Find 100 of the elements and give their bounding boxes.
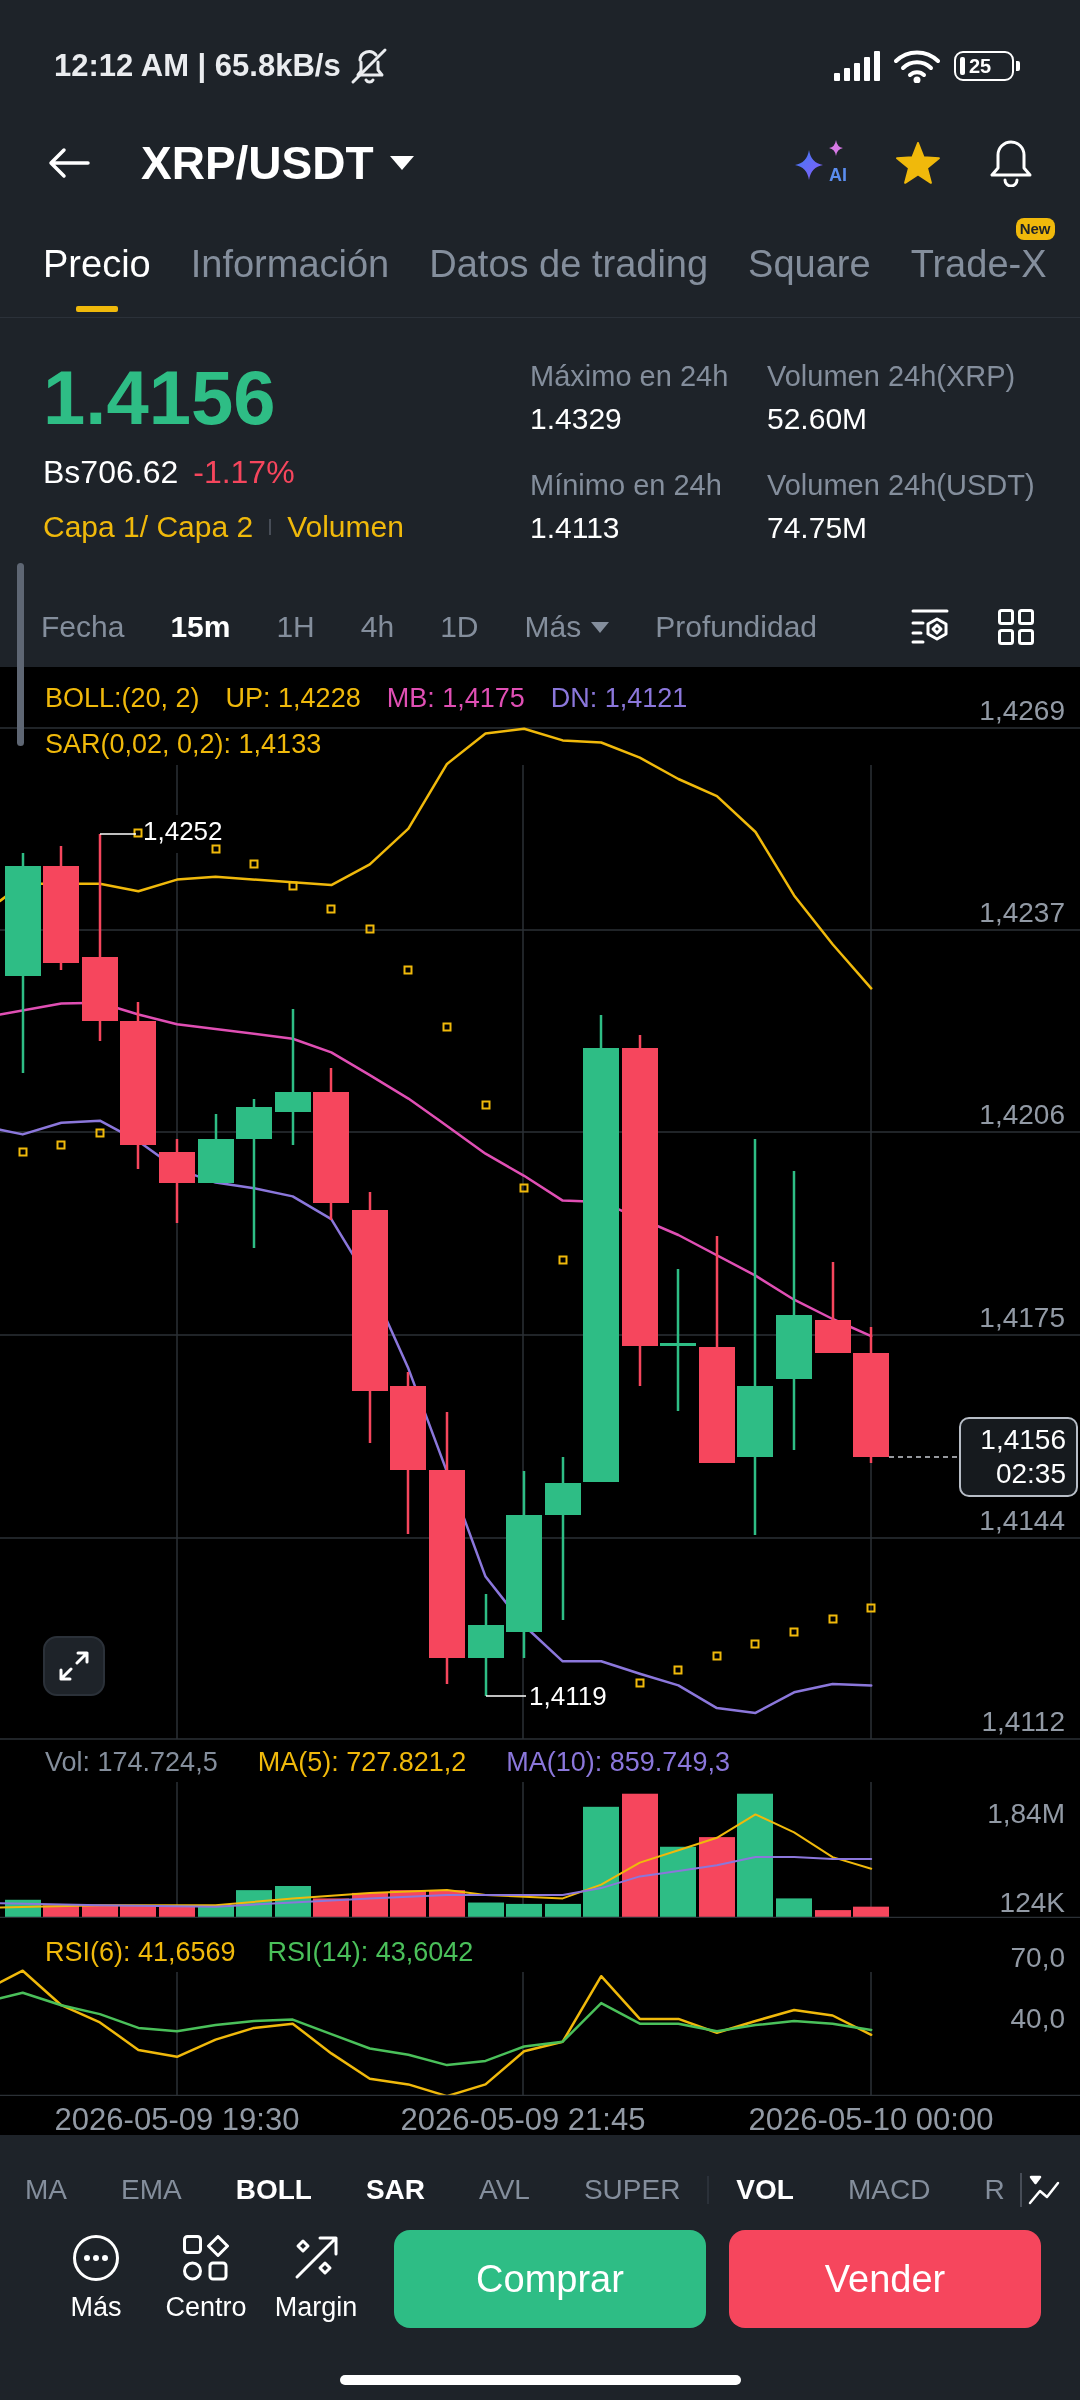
indicator-tab[interactable]: EMA <box>121 2173 182 2207</box>
interval-tab[interactable]: 15m <box>170 609 231 645</box>
volume-axis-label: 124K <box>999 1889 1065 1917</box>
chart-settings-icon[interactable] <box>911 609 949 645</box>
stat-value: 74.75M <box>767 510 868 546</box>
toolbar-button[interactable]: Más <box>44 2235 148 2323</box>
status-time: 12:12 AM | 65.8kB/s <box>54 47 341 85</box>
more-icon <box>73 2235 119 2281</box>
sar-point <box>211 844 221 854</box>
candle <box>198 1114 234 1183</box>
price-axis-label: 1,4175 <box>979 1304 1065 1332</box>
sar-point <box>56 1140 66 1150</box>
time-axis-label: 2026-05-09 21:45 <box>400 2104 646 2135</box>
volume-bar <box>506 1903 542 1918</box>
volume-bar <box>468 1902 504 1918</box>
bell-icon[interactable] <box>989 139 1033 187</box>
interval-dropdown[interactable]: Más <box>524 609 610 645</box>
ai-assistant-button[interactable]: AI <box>795 140 847 186</box>
indicator-legend: DN: 1,4121 <box>550 685 688 712</box>
interval-tab[interactable]: 1D <box>440 609 479 645</box>
indicator-tab[interactable]: AVL <box>479 2173 530 2207</box>
time-axis-label: 2026-05-10 00:00 <box>748 2104 994 2135</box>
volume-bar <box>313 1898 349 1918</box>
sar-point <box>18 1147 28 1157</box>
depth-tab[interactable]: Profundidad <box>655 609 817 645</box>
tab[interactable]: Información <box>190 242 390 317</box>
indicator-legend: RSI(14): 43,6042 <box>267 1939 474 1966</box>
sar-point <box>249 859 259 869</box>
sar-point <box>789 1627 799 1637</box>
volume-axis-label: 1,84M <box>987 1800 1065 1828</box>
rsi-axis-label: 40,0 <box>1010 2005 1065 2033</box>
indicator-legend: SAR(0,02, 0,2): 1,4133 <box>45 731 322 758</box>
sar-point <box>442 1022 452 1032</box>
low-price-leader <box>485 1695 527 1697</box>
expand-button[interactable] <box>43 1636 105 1696</box>
indicator-legend: UP: 1,4228 <box>225 685 361 712</box>
price-axis-label: 1,4237 <box>979 899 1065 927</box>
sar-point <box>481 1100 491 1110</box>
indicator-tab[interactable]: SUPER <box>583 2173 681 2207</box>
stat-value: 52.60M <box>767 401 868 437</box>
pair-selector[interactable]: XRP/USDT <box>141 136 414 190</box>
toolbar-button[interactable]: Margin <box>264 2235 368 2323</box>
tab[interactable]: Square <box>748 242 871 317</box>
indicator-legend: Vol: 174.724,5 <box>45 1749 218 1776</box>
caret-down-icon <box>389 156 414 170</box>
stat-label: Mínimo en 24h <box>530 468 722 503</box>
sar-point <box>866 1603 876 1613</box>
indicator-tab[interactable]: MA <box>25 2173 67 2207</box>
volume-bar <box>776 1898 812 1918</box>
volume-bar <box>853 1906 889 1918</box>
interval-tab[interactable]: 1H <box>276 609 315 645</box>
chart-line-icon[interactable] <box>1028 2175 1060 2205</box>
sell-button[interactable]: Vender <box>729 2230 1041 2328</box>
back-arrow-icon[interactable] <box>48 147 90 179</box>
signal-icon <box>834 51 880 81</box>
wifi-icon <box>894 49 940 83</box>
price-change: -1.17% <box>193 453 295 492</box>
interval-tab[interactable]: Fecha <box>41 609 125 645</box>
time-axis-label: 2026-05-09 19:30 <box>54 2104 300 2135</box>
sar-point <box>365 924 375 934</box>
sar-point <box>95 1128 105 1138</box>
stat-value: 1.4329 <box>530 401 622 437</box>
buy-button[interactable]: Comprar <box>394 2230 706 2328</box>
category-tag[interactable]: Volumen <box>287 509 404 545</box>
new-badge: New <box>1015 218 1055 240</box>
sparkle-icon <box>829 140 843 156</box>
tab[interactable]: Trade-X <box>910 242 1047 317</box>
category-tag[interactable]: Capa 1/ Capa 2 <box>43 509 254 545</box>
tab[interactable]: Datos de trading <box>429 242 709 317</box>
tab[interactable]: Precio <box>43 242 151 317</box>
indicator-legend: BOLL:(20, 2) <box>45 685 200 712</box>
countdown-timer: 02:35 <box>995 1457 1066 1491</box>
sar-point <box>403 965 413 975</box>
sar-point <box>558 1255 568 1265</box>
indicator-tab[interactable]: VOL <box>736 2173 794 2207</box>
sar-point <box>635 1678 645 1688</box>
price-axis-label: 1,4112 <box>981 1708 1065 1736</box>
toolbar-button[interactable]: Centro <box>154 2235 258 2323</box>
low-price-label: 1,4119 <box>529 1683 607 1709</box>
volume-bar <box>545 1903 581 1918</box>
interval-tab[interactable]: 4h <box>360 609 395 645</box>
indicator-tab[interactable]: MACD <box>847 2173 931 2207</box>
indicator-legend: MA(5): 727.821,2 <box>257 1749 467 1776</box>
stat-value: 1.4113 <box>530 510 620 546</box>
rsi-axis-label: 70,0 <box>1010 1944 1065 1972</box>
indicator-tab[interactable]: SAR <box>365 2173 426 2207</box>
stat-label: Máximo en 24h <box>530 359 729 394</box>
sar-point <box>750 1639 760 1649</box>
sar-point <box>519 1183 529 1193</box>
sar-point <box>673 1665 683 1675</box>
price-axis-label: 1,4144 <box>979 1507 1065 1535</box>
sar-point <box>828 1614 838 1624</box>
indicator-tab[interactable]: R <box>984 2173 1005 2207</box>
expand-icon[interactable] <box>59 1651 89 1681</box>
grid-icon[interactable] <box>998 609 1034 645</box>
star-icon[interactable] <box>895 142 941 184</box>
indicator-tab[interactable]: BOLL <box>235 2173 312 2207</box>
battery-fill <box>960 57 965 75</box>
high-price-label: 1,4252 <box>143 818 223 844</box>
stat-label: Volumen 24h(XRP) <box>767 359 1016 394</box>
